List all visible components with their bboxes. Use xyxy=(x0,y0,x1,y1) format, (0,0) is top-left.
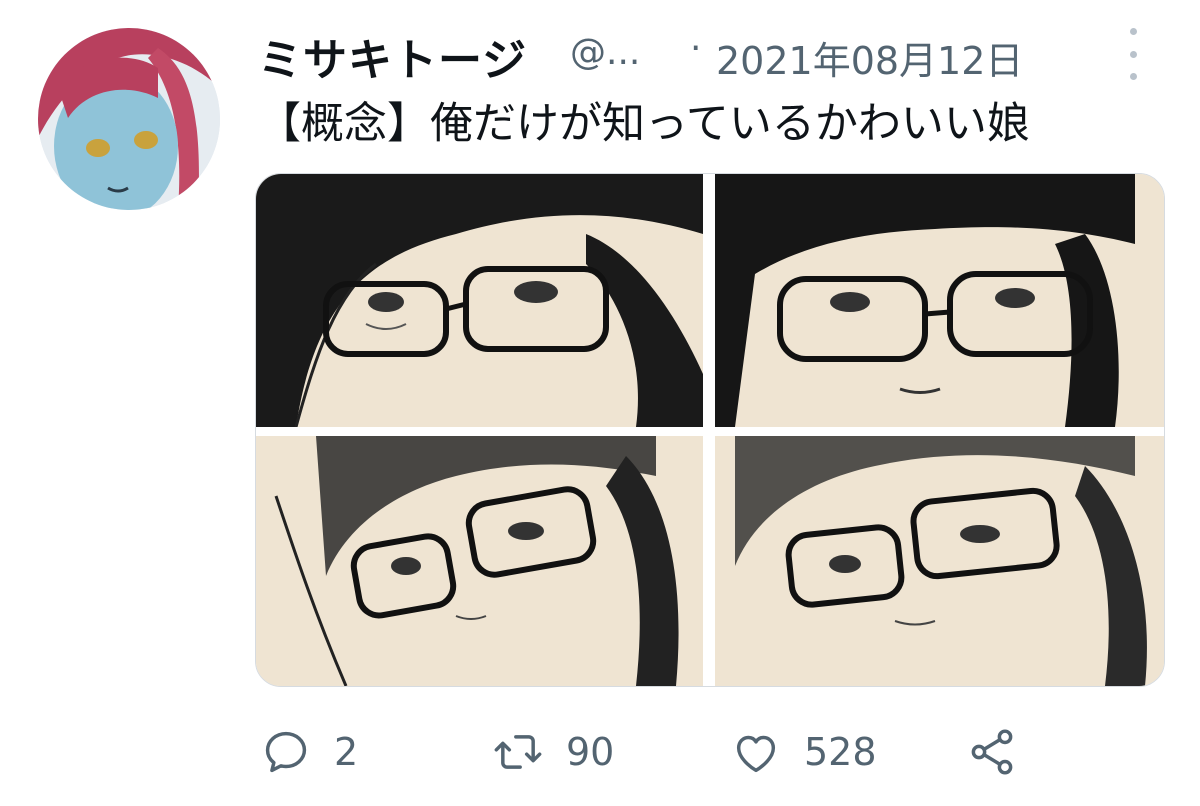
tweet-text: 【概念】俺だけが知っているかわいい娘 xyxy=(258,99,1030,149)
user-handle[interactable]: @... xyxy=(570,32,640,73)
retweet-button[interactable]: 90 xyxy=(492,720,614,784)
more-vertical-icon[interactable] xyxy=(1118,28,1148,80)
share-button[interactable] xyxy=(966,720,1018,784)
share-icon xyxy=(971,729,1013,775)
like-count: 528 xyxy=(804,730,877,774)
tweet-date[interactable]: 2021年08月12日 xyxy=(716,30,1023,85)
avatar[interactable] xyxy=(38,28,220,210)
media-image-1[interactable] xyxy=(256,174,703,427)
media-image-2[interactable] xyxy=(715,174,1164,427)
heart-icon xyxy=(736,735,776,773)
separator-dot: · xyxy=(690,28,702,69)
retweet-count: 90 xyxy=(566,730,615,774)
reply-button[interactable]: 2 xyxy=(260,720,358,784)
media-grid xyxy=(255,173,1165,687)
like-button[interactable]: 528 xyxy=(730,720,877,784)
display-name[interactable]: ミサキトージ xyxy=(258,24,527,88)
media-image-3[interactable] xyxy=(256,436,703,686)
action-bar: 2 90 528 xyxy=(258,720,1058,790)
media-image-4[interactable] xyxy=(715,436,1164,686)
reply-count: 2 xyxy=(334,730,359,774)
avatar-image xyxy=(38,28,220,210)
tweet-header: ミサキトージ @... · 2021年08月12日 xyxy=(258,22,1158,86)
reply-icon xyxy=(265,731,307,773)
retweet-icon xyxy=(494,735,542,769)
